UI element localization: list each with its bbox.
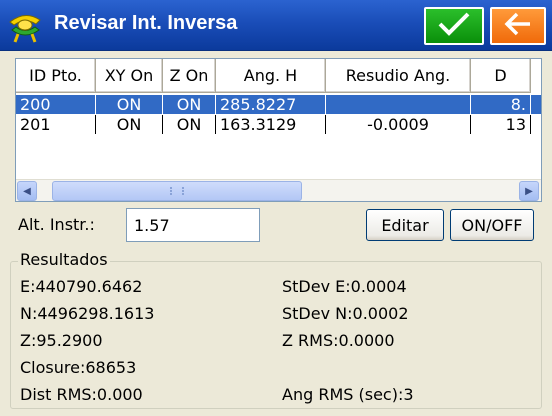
result-e: E:440790.6462 bbox=[20, 277, 143, 296]
cell-z-on: ON bbox=[163, 115, 216, 134]
cell-ang-h: 285.8227 bbox=[216, 95, 326, 114]
result-z: Z:95.2900 bbox=[20, 331, 103, 350]
header-xy-on[interactable]: XY On bbox=[96, 59, 163, 93]
header-ang-h[interactable]: Ang. H bbox=[216, 59, 326, 93]
cell-id: 200 bbox=[16, 95, 96, 114]
header-z-on[interactable]: Z On bbox=[163, 59, 216, 93]
cell-xy-on: ON bbox=[96, 95, 163, 114]
grip-icon bbox=[170, 187, 184, 195]
horizontal-scrollbar[interactable]: ◀ ▶ bbox=[16, 179, 541, 201]
header-resudio-ang[interactable]: Resudio Ang. bbox=[326, 59, 471, 93]
header-id-pto[interactable]: ID Pto. bbox=[16, 59, 96, 93]
scroll-right-button[interactable]: ▶ bbox=[519, 181, 539, 201]
arrow-left-icon bbox=[503, 11, 533, 41]
table-header: ID Pto. XY On Z On Ang. H Resudio Ang. D bbox=[16, 59, 541, 93]
result-closure: Closure:68653 bbox=[20, 358, 137, 377]
chevron-right-icon: ▶ bbox=[525, 185, 533, 197]
title-bar: Revisar Int. Inversa bbox=[0, 0, 552, 51]
alt-instr-input[interactable] bbox=[126, 208, 260, 242]
results-title: Resultados bbox=[18, 250, 110, 269]
result-ang-rms: Ang RMS (sec):3 bbox=[282, 385, 414, 404]
table-row[interactable]: 200 ON ON 285.8227 8. bbox=[16, 95, 541, 114]
ok-button[interactable] bbox=[424, 7, 484, 45]
cell-xy-on: ON bbox=[96, 115, 163, 134]
scroll-thumb[interactable] bbox=[52, 181, 302, 201]
result-stdev-e: StDev E:0.0004 bbox=[282, 277, 407, 296]
window-title: Revisar Int. Inversa bbox=[54, 12, 238, 34]
chevron-left-icon: ◀ bbox=[23, 185, 31, 197]
cell-d: 8. bbox=[471, 95, 531, 114]
result-stdev-n: StDev N:0.0002 bbox=[282, 304, 409, 323]
table-row[interactable]: 201 ON ON 163.3129 -0.0009 13 bbox=[16, 115, 541, 134]
checkmark-icon bbox=[437, 11, 471, 41]
cell-residual: -0.0009 bbox=[326, 115, 471, 134]
on-off-button[interactable]: ON/OFF bbox=[450, 209, 534, 241]
cell-ang-h: 163.3129 bbox=[216, 115, 326, 134]
points-table[interactable]: ID Pto. XY On Z On Ang. H Resudio Ang. D… bbox=[15, 58, 542, 202]
scroll-left-button[interactable]: ◀ bbox=[17, 181, 37, 201]
edit-button[interactable]: Editar bbox=[366, 209, 444, 241]
result-dist-rms: Dist RMS:0.000 bbox=[20, 385, 143, 404]
back-button[interactable] bbox=[490, 7, 546, 45]
result-n: N:4496298.1613 bbox=[20, 304, 155, 323]
cell-id: 201 bbox=[16, 115, 96, 134]
cell-z-on: ON bbox=[163, 95, 216, 114]
cell-residual bbox=[326, 95, 471, 114]
cell-d: 13 bbox=[471, 115, 531, 134]
survey-instrument-icon bbox=[6, 8, 44, 44]
result-z-rms: Z RMS:0.0000 bbox=[282, 331, 395, 350]
alt-instr-label: Alt. Instr.: bbox=[18, 215, 95, 234]
header-d[interactable]: D bbox=[471, 59, 531, 93]
